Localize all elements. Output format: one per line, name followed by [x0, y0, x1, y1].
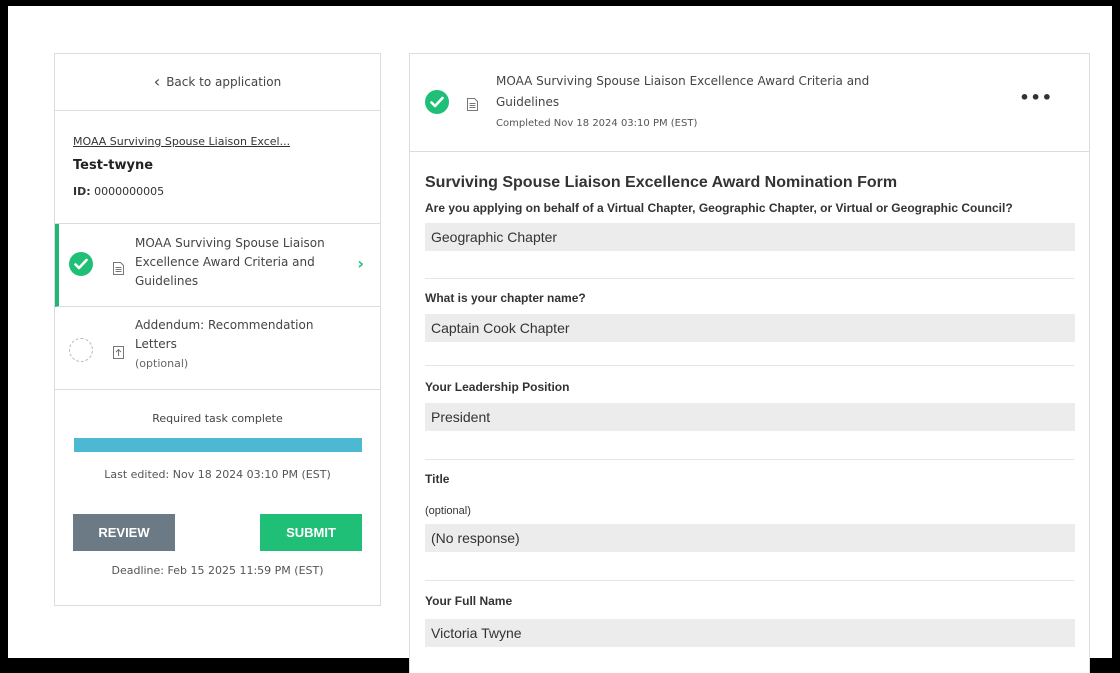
progress-label: Required task complete: [152, 412, 283, 425]
question-label: What is your chapter name?: [425, 291, 586, 305]
answer-field: (No response): [425, 524, 1075, 552]
completed-timestamp: Completed Nov 18 2024 03:10 PM (EST): [496, 118, 698, 129]
question-block: Are you applying on behalf of a Virtual …: [425, 201, 1075, 251]
application-info: MOAA Surviving Spouse Liaison Excel... T…: [55, 111, 380, 224]
question-label: Your Leadership Position: [425, 380, 570, 394]
application-id-value: 0000000005: [94, 185, 165, 198]
back-link-label: Back to application: [166, 75, 282, 89]
progress-fill: [73, 438, 362, 452]
more-options-icon[interactable]: •••: [1019, 88, 1053, 107]
application-id-label: ID:: [73, 185, 91, 198]
document-icon: [467, 96, 478, 111]
question-label: Title: [425, 472, 450, 486]
last-edited-text: Last edited: Nov 18 2024 03:10 PM (EST): [104, 468, 331, 481]
task-header-title: MOAA Surviving Spouse Liaison Excellence…: [496, 74, 870, 109]
task-item-criteria-guidelines[interactable]: MOAA Surviving Spouse Liaison Excellence…: [55, 224, 380, 307]
task-header: MOAA Surviving Spouse Liaison Excellence…: [410, 54, 1089, 152]
application-id: ID: 0000000005: [73, 185, 362, 198]
answer-field: Captain Cook Chapter: [425, 314, 1075, 342]
question-block: What is your chapter name? Captain Cook …: [425, 278, 1075, 342]
document-icon: [113, 260, 124, 275]
completed-check-icon: [425, 90, 449, 114]
question-label: Your Full Name: [425, 594, 513, 608]
progress-section: Required task complete Last edited: Nov …: [55, 390, 380, 577]
answer-field: Geographic Chapter: [425, 223, 1075, 251]
chevron-right-icon: ›: [357, 254, 364, 273]
answer-field: President: [425, 403, 1075, 431]
answer-field: Victoria Twyne: [425, 619, 1075, 647]
task-title: MOAA Surviving Spouse Liaison Excellence…: [135, 236, 325, 288]
form-title: Surviving Spouse Liaison Excellence Awar…: [425, 174, 898, 191]
deadline-text: Deadline: Feb 15 2025 11:59 PM (EST): [111, 564, 324, 577]
not-started-circle-icon: [69, 338, 93, 362]
form-responses: Surviving Spouse Liaison Excellence Awar…: [410, 152, 1089, 647]
question-optional-label: (optional): [425, 505, 471, 517]
page-frame: ‹ Back to application MOAA Surviving Spo…: [0, 0, 1120, 673]
question-block: Title (optional) (No response): [425, 459, 1075, 552]
review-button[interactable]: REVIEW: [73, 514, 175, 551]
task-title-text: Addendum: Recommendation Letters: [135, 318, 314, 351]
application-name-link[interactable]: MOAA Surviving Spouse Liaison Excel...: [73, 135, 303, 148]
submit-button[interactable]: SUBMIT: [260, 514, 362, 551]
completed-check-icon: [69, 252, 93, 276]
question-block: Your Full Name Victoria Twyne: [425, 580, 1075, 647]
upload-icon: [113, 344, 124, 359]
chevron-left-icon: ‹: [153, 72, 161, 91]
progress-bar: [73, 438, 362, 452]
task-item-recommendation-letters[interactable]: Addendum: Recommendation Letters (option…: [55, 307, 380, 390]
task-detail-panel: MOAA Surviving Spouse Liaison Excellence…: [409, 53, 1090, 673]
back-to-application-link[interactable]: ‹ Back to application: [55, 54, 380, 111]
question-label: Are you applying on behalf of a Virtual …: [425, 201, 1013, 215]
task-title: Addendum: Recommendation Letters (option…: [135, 316, 325, 373]
question-block: Your Leadership Position President: [425, 365, 1075, 431]
application-sidebar: ‹ Back to application MOAA Surviving Spo…: [54, 53, 381, 606]
applicant-name: Test-twyne: [73, 158, 154, 173]
action-buttons: REVIEW SUBMIT: [55, 514, 380, 551]
task-optional-label: (optional): [135, 357, 189, 370]
